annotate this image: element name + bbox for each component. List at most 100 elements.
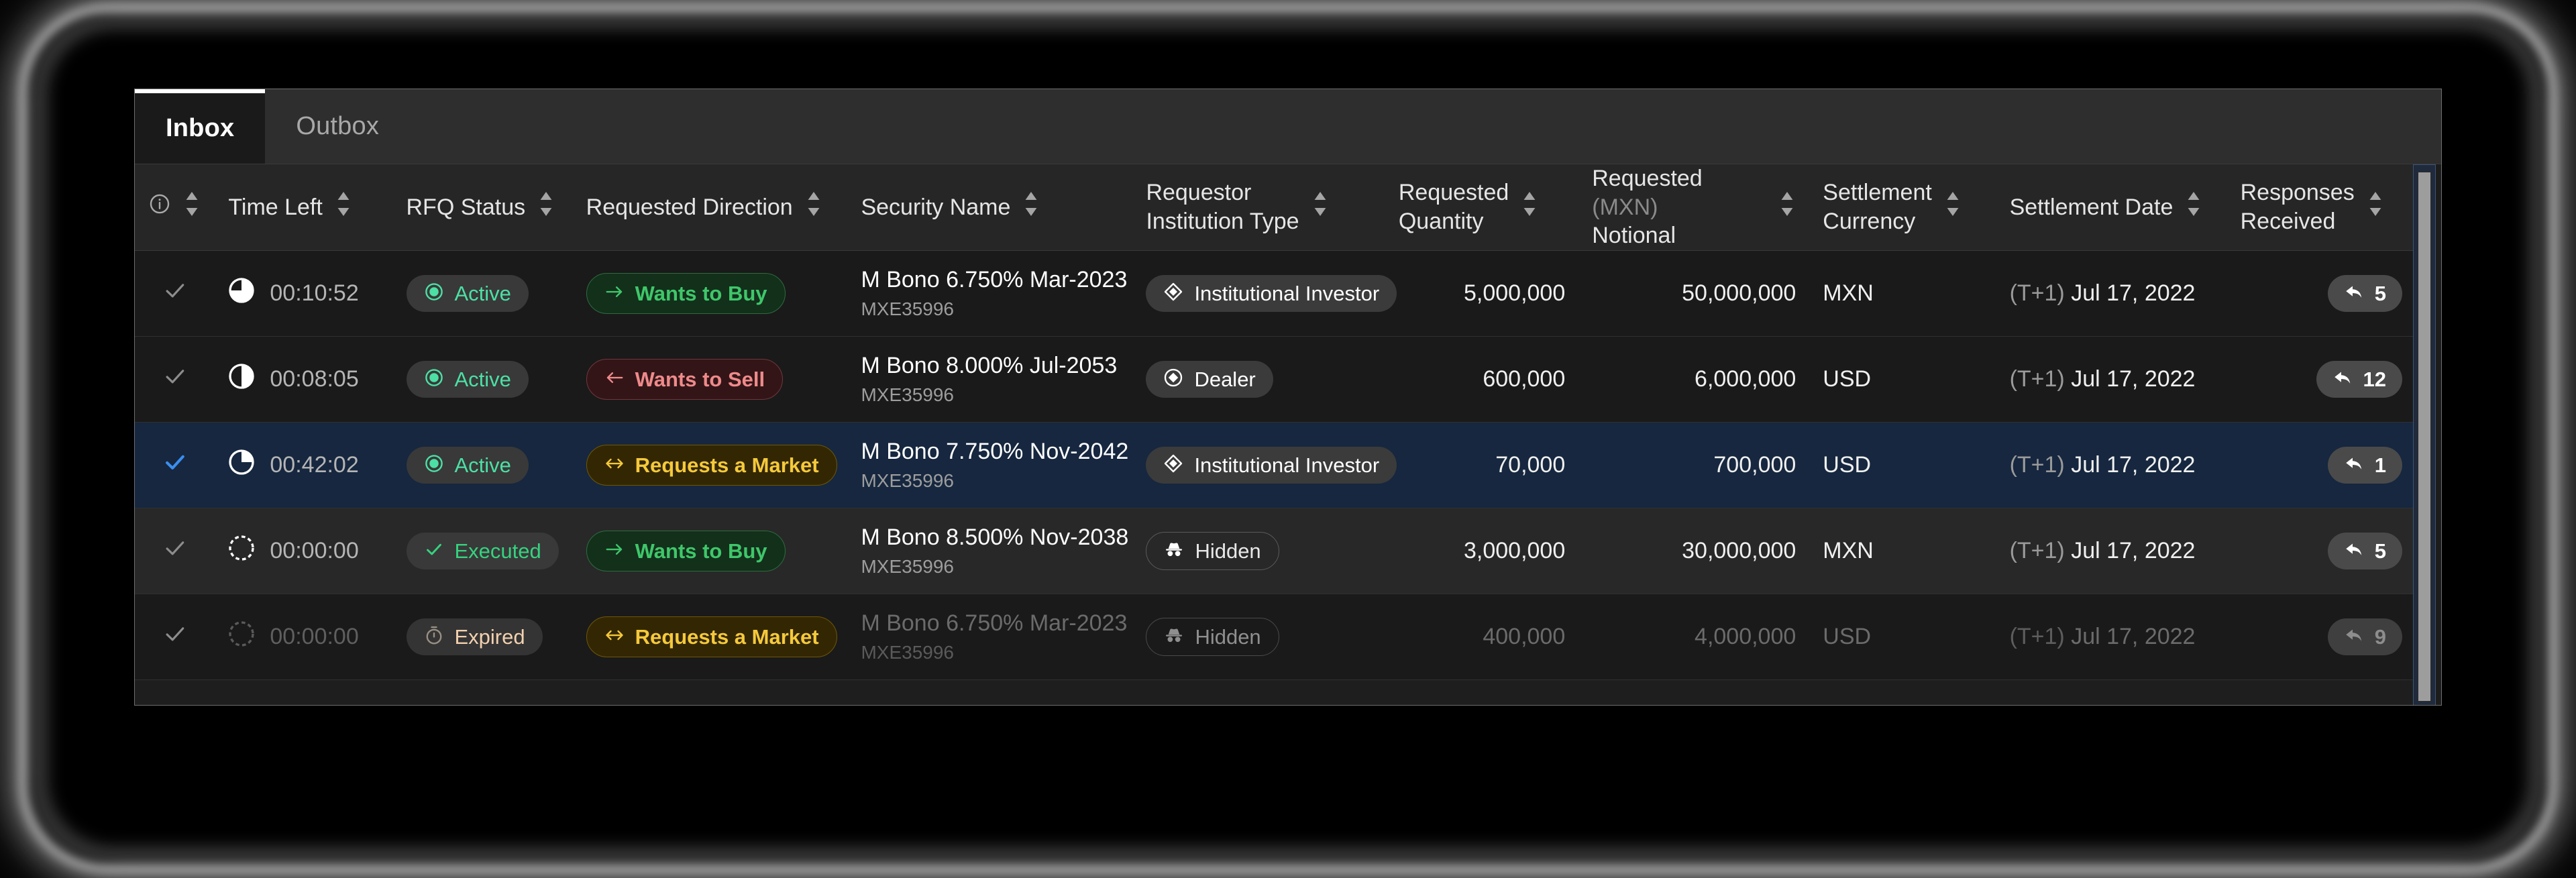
row-check-icon[interactable] [162, 283, 188, 309]
col-header-requested-notional[interactable]: Requested (MXN) Notional [1578, 164, 1809, 250]
cell-responses-received: 5 [2227, 250, 2416, 336]
settlement-date-prefix: (T+1) [2010, 280, 2065, 306]
institution-badge: Institutional Investor [1146, 275, 1397, 312]
reply-arrow-icon [2344, 453, 2364, 477]
cell-rfq-status: Expired [393, 594, 573, 679]
table-footer-spacer [135, 679, 2416, 706]
cell-time-left: 00:08:05 [215, 336, 392, 422]
institution-badge: Hidden [1146, 618, 1279, 656]
col-header-requestor-institution-type[interactable]: Requestor Institution Type [1132, 164, 1385, 250]
rfq-table-container: Time Left RFQ Status [135, 164, 2441, 706]
header-row: Time Left RFQ Status [135, 164, 2416, 250]
row-select-cell[interactable] [135, 250, 215, 336]
rfq-table: Time Left RFQ Status [135, 164, 2416, 706]
tab-inbox[interactable]: Inbox [135, 89, 265, 164]
cell-requested-notional: 6,000,000 [1578, 336, 1809, 422]
col-header-requested-quantity[interactable]: Requested Quantity [1385, 164, 1578, 250]
sort-icon-requested-quantity[interactable] [1521, 189, 1538, 225]
col-header-requestor-line2: Institution Type [1146, 209, 1299, 234]
cell-requested-quantity: 70,000 [1385, 422, 1578, 508]
security-name: M Bono 8.500% Nov-2038 [861, 524, 1119, 551]
col-header-requested-direction[interactable]: Requested Direction [573, 164, 848, 250]
col-header-select[interactable] [135, 164, 215, 250]
col-header-settlement-currency[interactable]: Settlement Currency [1809, 164, 1996, 250]
tab-inbox-label: Inbox [166, 114, 234, 143]
table-row[interactable]: 00:10:52ActiveWants to BuyM Bono 6.750% … [135, 250, 2416, 336]
reply-arrow-icon [2344, 539, 2364, 563]
cell-requestor-institution-type: Dealer [1132, 336, 1385, 422]
reply-arrow-icon [2344, 625, 2364, 649]
time-left-value: 00:08:05 [270, 366, 358, 392]
cell-requested-direction: Wants to Sell [573, 336, 848, 422]
cell-requested-notional: 30,000,000 [1578, 508, 1809, 594]
responses-badge[interactable]: 5 [2328, 275, 2402, 312]
row-check-icon[interactable] [162, 369, 188, 394]
cell-security-name: M Bono 8.000% Jul-2053MXE35996 [847, 336, 1132, 422]
security-name: M Bono 6.750% Mar-2023 [861, 266, 1119, 293]
cell-settlement-date: (T+1) Jul 17, 2022 [1996, 336, 2227, 422]
cell-responses-received: 12 [2227, 336, 2416, 422]
vertical-scrollbar-track[interactable] [2413, 164, 2436, 706]
sort-icon-requestor-institution-type[interactable] [1311, 189, 1329, 225]
sort-icon-select[interactable] [183, 189, 201, 225]
sort-icon-rfq-status[interactable] [537, 189, 555, 225]
institution-badge: Dealer [1146, 361, 1273, 398]
direction-badge-label: Wants to Buy [635, 541, 767, 561]
cell-requested-notional: 50,000,000 [1578, 250, 1809, 336]
sort-icon-settlement-currency[interactable] [1944, 189, 1962, 225]
settlement-date-prefix: (T+1) [2010, 624, 2065, 649]
row-check-icon[interactable] [162, 455, 188, 480]
responses-badge[interactable]: 5 [2328, 533, 2402, 569]
responses-badge[interactable]: 12 [2316, 361, 2402, 398]
cell-requested-quantity: 5,000,000 [1385, 250, 1578, 336]
ring-dot-icon [424, 368, 444, 391]
rfq-table-header: Time Left RFQ Status [135, 164, 2416, 250]
status-badge: Active [407, 447, 529, 484]
sort-icon-settlement-date[interactable] [2185, 189, 2202, 225]
col-header-responses-received[interactable]: Responses Received [2227, 164, 2416, 250]
direction-badge-label: Requests a Market [635, 626, 819, 647]
cell-requestor-institution-type: Hidden [1132, 508, 1385, 594]
direction-badge: Requests a Market [586, 616, 837, 657]
row-select-cell[interactable] [135, 336, 215, 422]
table-row[interactable]: 00:00:00ExpiredRequests a MarketM Bono 6… [135, 594, 2416, 679]
cell-settlement-date: (T+1) Jul 17, 2022 [1996, 250, 2227, 336]
responses-count: 5 [2375, 541, 2386, 561]
sort-icon-requested-direction[interactable] [805, 189, 822, 225]
status-badge-label: Expired [455, 626, 525, 647]
table-row[interactable]: 00:42:02ActiveRequests a MarketM Bono 7.… [135, 422, 2416, 508]
tab-outbox[interactable]: Outbox [265, 89, 410, 164]
row-select-cell[interactable] [135, 508, 215, 594]
col-header-notional-line2: Notional [1592, 223, 1676, 248]
status-badge: Expired [407, 618, 543, 655]
pie-clock-icon [228, 535, 255, 567]
sort-icon-responses-received[interactable] [2367, 189, 2384, 225]
vertical-scrollbar-thumb[interactable] [2418, 172, 2431, 702]
table-row[interactable]: 00:08:05ActiveWants to SellM Bono 8.000%… [135, 336, 2416, 422]
row-select-cell[interactable] [135, 422, 215, 508]
cell-requested-notional: 700,000 [1578, 422, 1809, 508]
sort-icon-requested-notional[interactable] [1778, 189, 1796, 225]
incognito-icon [1164, 625, 1184, 649]
row-select-cell[interactable] [135, 594, 215, 679]
table-row[interactable]: 00:00:00ExecutedWants to BuyM Bono 8.500… [135, 508, 2416, 594]
sort-icon-time-left[interactable] [335, 189, 352, 225]
row-check-icon[interactable] [162, 626, 188, 652]
responses-badge[interactable]: 1 [2328, 447, 2402, 484]
col-header-security-name[interactable]: Security Name [847, 164, 1132, 250]
cell-responses-received: 1 [2227, 422, 2416, 508]
status-badge-label: Active [455, 283, 511, 304]
responses-count: 1 [2375, 455, 2386, 476]
status-badge: Executed [407, 533, 559, 569]
row-check-icon[interactable] [162, 541, 188, 566]
col-header-rfq-status[interactable]: RFQ Status [393, 164, 573, 250]
cell-settlement-currency: USD [1809, 594, 1996, 679]
col-header-settlement-currency-line2: Currency [1823, 209, 1915, 234]
settlement-date-prefix: (T+1) [2010, 452, 2065, 478]
col-header-time-left[interactable]: Time Left [215, 164, 392, 250]
institution-badge: Hidden [1146, 532, 1279, 570]
sort-icon-security-name[interactable] [1022, 189, 1040, 225]
ring-dot-icon [424, 282, 444, 305]
responses-badge[interactable]: 9 [2328, 618, 2402, 655]
col-header-settlement-date[interactable]: Settlement Date [1996, 164, 2227, 250]
